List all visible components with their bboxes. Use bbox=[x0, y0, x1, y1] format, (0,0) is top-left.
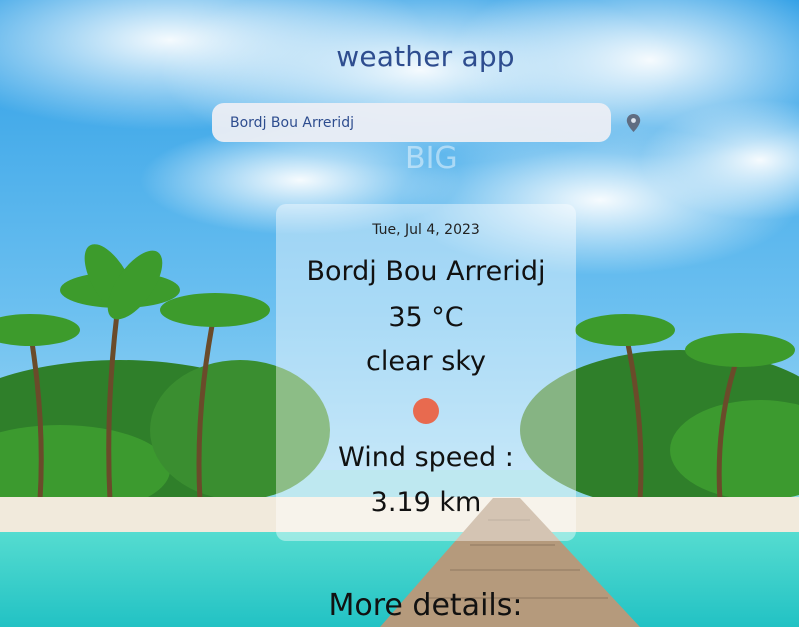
weather-temperature: 35 °C bbox=[388, 302, 464, 333]
weather-card: Tue, Jul 4, 2023 Bordj Bou Arreridj 35 °… bbox=[276, 204, 576, 541]
weather-description: clear sky bbox=[366, 346, 486, 377]
wind-speed-label: Wind speed : bbox=[338, 442, 514, 473]
weather-date: Tue, Jul 4, 2023 bbox=[372, 222, 480, 238]
weather-city: Bordj Bou Arreridj bbox=[306, 256, 546, 287]
search-bar[interactable] bbox=[212, 103, 611, 142]
more-details-heading: More details: bbox=[328, 588, 523, 623]
map-pin-icon[interactable] bbox=[626, 114, 641, 132]
sun-icon bbox=[413, 398, 439, 424]
watermark-text: BIG bbox=[405, 141, 458, 176]
wind-speed-value: 3.19 km bbox=[370, 487, 482, 518]
app-title: weather app bbox=[336, 40, 515, 73]
city-search-input[interactable] bbox=[228, 113, 595, 132]
